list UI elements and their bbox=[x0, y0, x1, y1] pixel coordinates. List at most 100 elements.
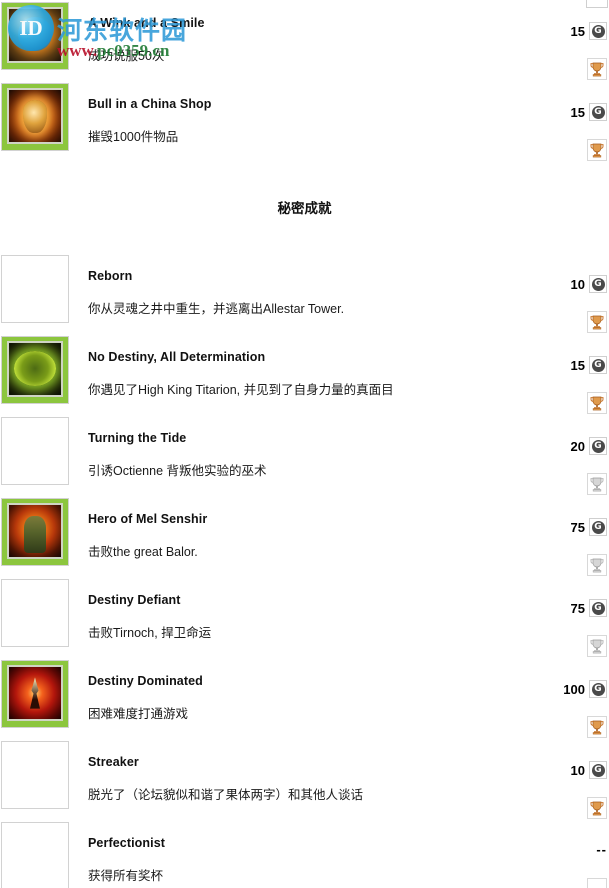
achievement-text-cell: Perfectionist 获得所有奖杯 bbox=[72, 820, 547, 884]
achievement-icon-placeholder bbox=[1, 822, 69, 888]
achievement-icon bbox=[1, 2, 69, 70]
achievement-icon-placeholder bbox=[1, 579, 69, 647]
achievement-icon bbox=[1, 660, 69, 728]
achievement-thumbnail-cell bbox=[0, 739, 72, 809]
trophy-icon bbox=[587, 473, 607, 495]
gamerscore-g-glyph: G bbox=[591, 105, 605, 119]
gamerscore-value: 10 bbox=[570, 276, 585, 292]
section-spacer-bottom bbox=[0, 217, 609, 253]
achievement-list: A Wink and a Smile 成功说服50次 15 G Bull in a Ch… bbox=[0, 0, 609, 888]
achievement-row[interactable]: Turning the Tide 引诱Octienne 背叛他实验的巫术 20 G bbox=[0, 415, 609, 496]
gamerscore-group: 15 G bbox=[571, 103, 607, 121]
achievement-description: 成功说服50次 bbox=[88, 49, 165, 63]
achievement-thumbnail-cell bbox=[0, 577, 72, 647]
gamerscore-group: 75 G bbox=[571, 599, 607, 617]
gamerscore-value: 20 bbox=[570, 438, 585, 454]
achievement-icon-art bbox=[9, 667, 61, 719]
achievement-score-cell: 15 G bbox=[547, 0, 609, 81]
gamerscore-g-glyph: G bbox=[591, 277, 605, 291]
achievement-score-cell: 20 G bbox=[547, 415, 609, 496]
achievement-icon-placeholder bbox=[1, 255, 69, 323]
achievement-description: 你遇见了High King Titarion, 并见到了自身力量的真面目 bbox=[88, 383, 394, 397]
achievement-icon-frame bbox=[7, 665, 63, 721]
achievement-row[interactable]: Streaker 脱光了（论坛貌似和谐了果体两字）和其他人谈话 10 G bbox=[0, 739, 609, 820]
achievement-icon-frame bbox=[7, 88, 63, 144]
achievement-title: Reborn bbox=[88, 269, 133, 283]
achievement-score-cell: 15 G bbox=[547, 81, 609, 162]
achievement-icon bbox=[1, 336, 69, 404]
gamerscore-g-icon: G bbox=[589, 275, 607, 293]
gamerscore-value: 10 bbox=[570, 762, 585, 778]
achievement-title: Destiny Dominated bbox=[88, 674, 203, 688]
achievement-text-cell: Destiny Defiant 击败Tirnoch, 捍卫命运 bbox=[72, 577, 547, 641]
gamerscore-g-glyph: G bbox=[591, 520, 605, 534]
trophy-icon bbox=[587, 716, 607, 738]
achievement-row[interactable]: Bull in a China Shop 摧毁1000件物品 15 G bbox=[0, 81, 609, 162]
achievement-score-cell: 10 G bbox=[547, 253, 609, 334]
achievement-title: A Wink and a Smile bbox=[88, 16, 205, 30]
gamerscore-g-icon: G bbox=[589, 518, 607, 536]
achievement-title: No Destiny, All Determination bbox=[88, 350, 266, 364]
achievement-row[interactable]: No Destiny, All Determination 你遇见了High Ki… bbox=[0, 334, 609, 415]
gamerscore-g-icon: G bbox=[589, 22, 607, 40]
achievement-row[interactable]: Perfectionist 获得所有奖杯 -- bbox=[0, 820, 609, 888]
achievement-thumbnail-cell bbox=[0, 415, 72, 485]
section-heading: 秘密成就 bbox=[277, 201, 332, 217]
achievement-row[interactable]: Destiny Dominated 困难难度打通游戏 100 G bbox=[0, 658, 609, 739]
achievement-icon-frame bbox=[7, 7, 63, 63]
achievement-icon bbox=[1, 83, 69, 151]
achievement-thumbnail-cell bbox=[0, 334, 72, 404]
achievement-description: 获得所有奖杯 bbox=[88, 869, 164, 883]
gamerscore-value: 75 bbox=[570, 600, 585, 616]
gamerscore-group: 75 G bbox=[571, 518, 607, 536]
achievement-text-cell: Reborn 你从灵魂之井中重生，并逃离出Allestar Tower. bbox=[72, 253, 547, 317]
gamerscore-g-icon: G bbox=[589, 437, 607, 455]
achievement-row[interactable]: Reborn 你从灵魂之井中重生，并逃离出Allestar Tower. 10 G bbox=[0, 253, 609, 334]
achievement-icon-placeholder bbox=[1, 417, 69, 485]
achievement-description: 击败the great Balor. bbox=[88, 545, 198, 559]
achievement-score-cell: 75 G bbox=[547, 496, 609, 577]
achievement-icon-art bbox=[9, 9, 61, 61]
achievement-score-cell: 100 G bbox=[547, 658, 609, 739]
achievement-text-cell: No Destiny, All Determination 你遇见了High Ki… bbox=[72, 334, 547, 398]
gamerscore-group: 10 G bbox=[571, 761, 607, 779]
gamerscore-g-icon: G bbox=[589, 599, 607, 617]
achievement-description: 引诱Octienne 背叛他实验的巫术 bbox=[88, 464, 267, 478]
gamerscore-group: 20 G bbox=[571, 437, 607, 455]
achievement-icon-placeholder bbox=[1, 741, 69, 809]
achievement-thumbnail-cell bbox=[0, 0, 72, 70]
gamerscore-g-icon: G bbox=[589, 103, 607, 121]
gamerscore-g-glyph: G bbox=[591, 763, 605, 777]
achievement-score-cell: -- bbox=[547, 820, 609, 888]
achievement-row[interactable]: A Wink and a Smile 成功说服50次 15 G bbox=[0, 0, 609, 81]
achievement-thumbnail-cell bbox=[0, 820, 72, 888]
achievement-text-cell: Streaker 脱光了（论坛貌似和谐了果体两字）和其他人谈话 bbox=[72, 739, 547, 803]
trophy-icon bbox=[587, 635, 607, 657]
achievement-description: 困难难度打通游戏 bbox=[88, 707, 189, 721]
achievements-page: A Wink and a Smile 成功说服50次 15 G Bull in a Ch… bbox=[0, 0, 609, 888]
trophy-icon bbox=[587, 139, 607, 161]
achievement-row[interactable]: Hero of Mel Senshir 击败the great Balor. 75 G bbox=[0, 496, 609, 577]
achievement-thumbnail-cell bbox=[0, 81, 72, 151]
trophy-icon bbox=[587, 58, 607, 80]
achievement-icon-frame bbox=[7, 341, 63, 397]
achievement-text-cell: Turning the Tide 引诱Octienne 背叛他实验的巫术 bbox=[72, 415, 547, 479]
achievement-thumbnail-cell bbox=[0, 253, 72, 323]
trophy-icon bbox=[587, 797, 607, 819]
gamerscore-group: 15 G bbox=[571, 22, 607, 40]
achievement-description: 击败Tirnoch, 捍卫命运 bbox=[88, 626, 212, 640]
achievement-text-cell: Hero of Mel Senshir 击败the great Balor. bbox=[72, 496, 547, 560]
trophy-icon bbox=[587, 392, 607, 414]
achievement-description: 摧毁1000件物品 bbox=[88, 130, 179, 144]
achievement-score-cell: 15 G bbox=[547, 334, 609, 415]
achievement-thumbnail-cell bbox=[0, 658, 72, 728]
trophy-icon bbox=[587, 554, 607, 576]
achievement-row[interactable]: Destiny Defiant 击败Tirnoch, 捍卫命运 75 G bbox=[0, 577, 609, 658]
achievement-title: Perfectionist bbox=[88, 836, 166, 850]
achievement-score-cell: 75 G bbox=[547, 577, 609, 658]
achievement-icon-art bbox=[9, 90, 61, 142]
achievement-title: Bull in a China Shop bbox=[88, 97, 212, 111]
achievement-description: 脱光了（论坛貌似和谐了果体两字）和其他人谈话 bbox=[88, 788, 364, 802]
gamerscore-value: 15 bbox=[570, 23, 585, 39]
